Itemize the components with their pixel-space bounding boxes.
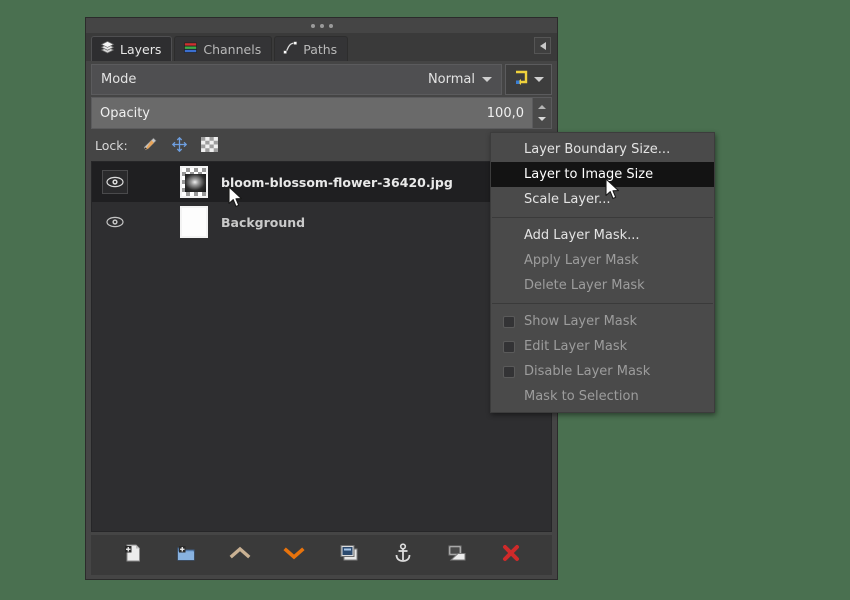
mode-row: Mode Normal <box>91 64 552 95</box>
layer-context-menu[interactable]: Layer Boundary Size... Layer to Image Si… <box>490 132 715 413</box>
spin-up-icon[interactable] <box>538 105 546 109</box>
layer-visibility-toggle[interactable] <box>95 210 135 234</box>
channels-rgb-icon <box>183 40 198 58</box>
composite-mode-button[interactable] <box>505 64 552 95</box>
checkbox-icon <box>503 341 515 353</box>
chevron-up-icon <box>228 544 252 566</box>
opacity-label: Opacity <box>100 105 151 121</box>
chevron-down-icon <box>482 77 492 82</box>
grip-dots-icon[interactable] <box>86 18 557 33</box>
menu-item-label: Show Layer Mask <box>524 314 638 329</box>
dock-tabbar: Layers Channels Paths <box>86 33 557 61</box>
opacity-slider[interactable]: Opacity 100,0 <box>91 97 533 129</box>
new-folder-icon <box>175 542 197 568</box>
spin-down-icon[interactable] <box>538 117 546 121</box>
layers-dock-window: Layers Channels Paths Mode Normal Opacit… <box>85 17 558 580</box>
duplicate-layer-button[interactable] <box>336 542 362 568</box>
merge-down-icon <box>446 542 468 568</box>
opacity-row: Opacity 100,0 <box>91 97 552 129</box>
red-x-icon <box>500 542 522 568</box>
layer-visibility-toggle[interactable] <box>95 170 135 194</box>
layer-thumbnail <box>177 166 211 198</box>
menu-separator <box>492 303 713 304</box>
menu-item-label: Scale Layer... <box>524 192 611 207</box>
tab-layers-label: Layers <box>120 41 162 57</box>
paths-curve-icon <box>283 40 298 58</box>
anchor-icon <box>392 542 414 568</box>
tab-layers[interactable]: Layers <box>91 36 173 61</box>
tab-channels-label: Channels <box>203 41 262 57</box>
blend-mode-dropdown[interactable]: Mode Normal <box>91 64 502 95</box>
layer-name-label[interactable]: Background <box>211 215 305 230</box>
lock-label: Lock: <box>95 138 128 153</box>
triangle-left-icon <box>539 41 546 50</box>
layer-name-label[interactable]: bloom-blossom-flower-36420.jpg <box>211 175 453 190</box>
tab-paths[interactable]: Paths <box>274 36 349 61</box>
layer-composite-icon <box>513 69 530 90</box>
delete-layer-button[interactable] <box>498 542 524 568</box>
opacity-value: 100,0 <box>486 105 524 121</box>
anchor-layer-button[interactable] <box>390 542 416 568</box>
lock-position-icon[interactable] <box>171 136 188 156</box>
menu-item-layer-boundary-size[interactable]: Layer Boundary Size... <box>491 137 714 162</box>
merge-down-button[interactable] <box>444 542 470 568</box>
menu-item-disable-layer-mask: Disable Layer Mask <box>491 359 714 384</box>
new-layer-button[interactable] <box>119 542 145 568</box>
layers-stack-icon <box>100 40 115 58</box>
menu-item-apply-layer-mask: Apply Layer Mask <box>491 248 714 273</box>
lock-alpha-icon[interactable] <box>200 136 218 155</box>
menu-item-label: Delete Layer Mask <box>524 278 645 293</box>
menu-item-mask-to-selection: Mask to Selection <box>491 384 714 409</box>
checkbox-icon <box>503 316 515 328</box>
menu-item-label: Mask to Selection <box>524 389 639 404</box>
menu-item-label: Disable Layer Mask <box>524 364 651 379</box>
eye-icon <box>106 213 124 232</box>
chevron-down-icon <box>534 77 544 82</box>
mode-value: Normal <box>427 72 475 87</box>
tab-paths-label: Paths <box>303 41 338 57</box>
lock-pixels-icon[interactable] <box>141 136 158 156</box>
duplicate-icon <box>338 542 360 568</box>
layer-list[interactable]: bloom-blossom-flower-36420.jpg Backgroun… <box>91 161 552 532</box>
menu-item-show-layer-mask: Show Layer Mask <box>491 309 714 334</box>
menu-item-layer-to-image-size[interactable]: Layer to Image Size <box>491 162 714 187</box>
layer-thumbnail <box>177 206 211 238</box>
eye-icon <box>106 173 124 192</box>
menu-item-scale-layer[interactable]: Scale Layer... <box>491 187 714 212</box>
raise-layer-button[interactable] <box>227 542 253 568</box>
table-row[interactable]: bloom-blossom-flower-36420.jpg <box>92 162 551 202</box>
menu-item-label: Layer to Image Size <box>524 167 654 182</box>
new-layer-icon <box>121 542 143 568</box>
menu-item-edit-layer-mask: Edit Layer Mask <box>491 334 714 359</box>
menu-item-label: Edit Layer Mask <box>524 339 628 354</box>
menu-separator <box>492 217 713 218</box>
menu-item-add-layer-mask[interactable]: Add Layer Mask... <box>491 223 714 248</box>
table-row[interactable]: Background <box>92 202 551 242</box>
menu-item-label: Layer Boundary Size... <box>524 142 671 157</box>
menu-item-label: Apply Layer Mask <box>524 253 639 268</box>
chevron-down-icon <box>282 544 306 566</box>
tab-channels[interactable]: Channels <box>174 36 273 61</box>
lock-row: Lock: <box>91 132 552 159</box>
lower-layer-button[interactable] <box>281 542 307 568</box>
menu-item-delete-layer-mask: Delete Layer Mask <box>491 273 714 298</box>
checkbox-icon <box>503 366 515 378</box>
layers-bottom-toolbar <box>91 535 552 575</box>
menu-item-label: Add Layer Mask... <box>524 228 640 243</box>
tab-configure-button[interactable] <box>534 37 551 54</box>
mode-label: Mode <box>101 72 137 87</box>
opacity-stepper[interactable] <box>533 97 552 129</box>
new-layer-group-button[interactable] <box>173 542 199 568</box>
